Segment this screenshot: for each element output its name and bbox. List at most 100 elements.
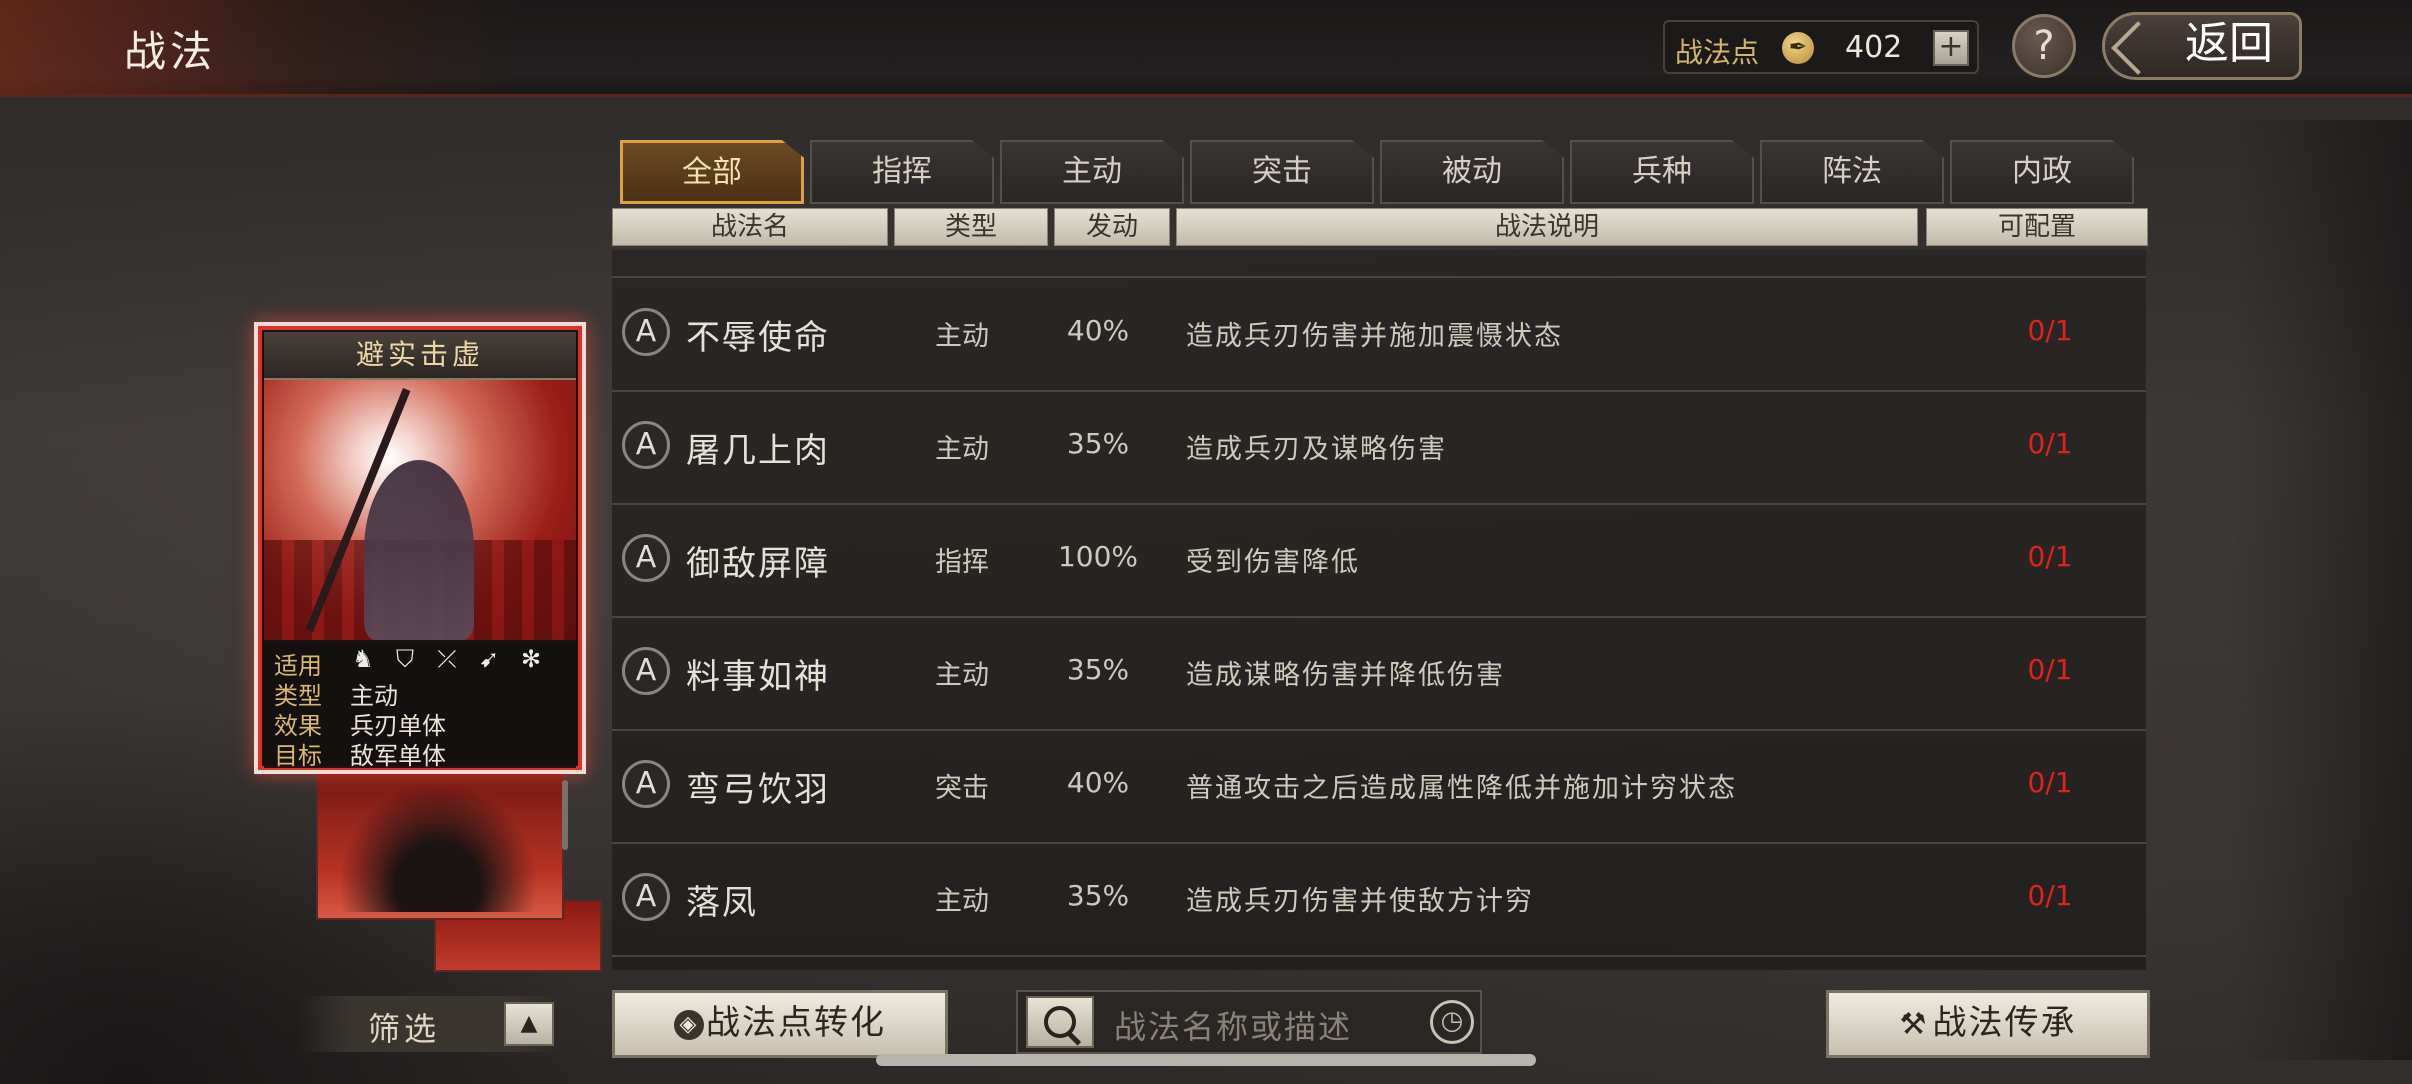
grade-badge: A bbox=[622, 534, 670, 582]
tactic-name: 料事如神 bbox=[686, 657, 830, 697]
card-stack-scrollbar[interactable] bbox=[562, 780, 568, 850]
card-effect-row: 效果 兵刃单体 bbox=[274, 706, 446, 740]
tab-active[interactable]: 主动 bbox=[1000, 140, 1184, 204]
filter-button[interactable]: 筛选 bbox=[368, 1004, 440, 1050]
tab-passive[interactable]: 被动 bbox=[1380, 140, 1564, 204]
search-icon[interactable] bbox=[1026, 996, 1094, 1048]
shield-icon: ⛉ bbox=[396, 645, 414, 673]
background-right-shade bbox=[2232, 120, 2412, 1060]
flame-icon: ◈ bbox=[674, 1010, 704, 1040]
tactic-name: 落凤 bbox=[686, 883, 758, 923]
top-bar: 战法 战法点 ✒ 402 + ? 返回 bbox=[0, 0, 2412, 97]
tactic-config: 0/1 bbox=[2027, 314, 2073, 347]
tactic-desc: 造成兵刃及谋略伤害 bbox=[1186, 434, 1447, 465]
points-coin-icon: ✒ bbox=[1782, 32, 1814, 64]
grade-badge: A bbox=[622, 421, 670, 469]
tactic-list[interactable]: A 不辱使命 主动 40% 造成兵刃伤害并施加震慑状态 0/1 A 屠几上肉 主… bbox=[612, 250, 2146, 970]
tactic-type: 主动 bbox=[935, 321, 989, 352]
tactic-type: 主动 bbox=[935, 434, 989, 465]
bow-icon: ⤫ bbox=[437, 645, 457, 673]
tactic-desc: 普通攻击之后造成属性降低并施加计穷状态 bbox=[1186, 773, 1737, 804]
card-art-figures bbox=[338, 782, 538, 912]
card-art-warrior bbox=[364, 460, 474, 640]
filter-toggle-button[interactable]: ▲ bbox=[504, 1002, 554, 1046]
tactic-desc: 造成兵刃伤害并使敌方计穷 bbox=[1186, 886, 1534, 917]
tactic-config: 0/1 bbox=[2027, 766, 2073, 799]
tactic-config: 0/1 bbox=[2027, 427, 2073, 460]
tactic-type: 突击 bbox=[935, 773, 989, 804]
tactic-card[interactable]: 避实击虚 适用 ♞ ⛉ ⤫ ➹ ✻ 类型 主动 效果 兵刃单体 目标 敌军单体 bbox=[254, 322, 586, 774]
tactic-desc: 造成兵刃伤害并施加震慑状态 bbox=[1186, 321, 1563, 352]
cavalry-icon: ♞ bbox=[352, 645, 374, 673]
tactic-type: 主动 bbox=[935, 660, 989, 691]
tactic-row[interactable]: A 落凤 主动 35% 造成兵刃伤害并使敌方计穷 0/1 bbox=[612, 843, 2146, 957]
tactic-row[interactable]: A 不辱使命 主动 40% 造成兵刃伤害并施加震慑状态 0/1 bbox=[612, 278, 2146, 392]
tactic-desc: 受到伤害降低 bbox=[1186, 547, 1360, 578]
tab-command[interactable]: 指挥 bbox=[810, 140, 994, 204]
tab-troop[interactable]: 兵种 bbox=[1570, 140, 1754, 204]
card-apply-row: 适用 ♞ ⛉ ⤫ ➹ ✻ bbox=[274, 646, 541, 680]
spear-icon: ➹ bbox=[478, 645, 500, 673]
hammer-icon: ⚒ bbox=[1899, 1007, 1929, 1042]
tactic-config: 0/1 bbox=[2027, 879, 2073, 912]
troop-icons: ♞ ⛉ ⤫ ➹ ✻ bbox=[350, 646, 544, 672]
tactic-name: 屠几上肉 bbox=[686, 431, 830, 471]
tactic-config: 0/1 bbox=[2027, 653, 2073, 686]
grade-badge: A bbox=[622, 308, 670, 356]
tactic-row[interactable]: A 料事如神 主动 35% 造成谋略伤害并降低伤害 0/1 bbox=[612, 617, 2146, 731]
card-title: 避实击虚 bbox=[264, 332, 576, 380]
tactic-rate: 40% bbox=[1066, 314, 1130, 347]
add-points-button[interactable]: + bbox=[1933, 30, 1969, 66]
wheel-icon: ✻ bbox=[520, 645, 542, 673]
tactic-type: 指挥 bbox=[935, 547, 989, 578]
card-target-label: 目标 bbox=[274, 742, 322, 770]
convert-points-button[interactable]: ◈ 战法点转化 bbox=[612, 990, 948, 1058]
card-stack-middle bbox=[316, 760, 564, 920]
filter-control: 筛选 ▲ bbox=[298, 996, 564, 1052]
column-header-desc: 战法说明 bbox=[1176, 208, 1918, 246]
title-glow bbox=[0, 0, 520, 94]
tab-all[interactable]: 全部 bbox=[620, 140, 804, 204]
tactic-type: 主动 bbox=[935, 886, 989, 917]
tactic-config: 0/1 bbox=[2027, 540, 2073, 573]
tactic-points-box: 战法点 ✒ 402 + bbox=[1663, 20, 1979, 74]
column-header-rate[interactable]: 发动 bbox=[1054, 208, 1170, 246]
column-header-config[interactable]: 可配置 bbox=[1926, 208, 2148, 246]
grade-badge: A bbox=[622, 873, 670, 921]
tactic-row[interactable]: A 屠几上肉 主动 35% 造成兵刃及谋略伤害 0/1 bbox=[612, 391, 2146, 505]
grade-badge: A bbox=[622, 760, 670, 808]
tactic-rate: 40% bbox=[1066, 766, 1130, 799]
tactic-row[interactable]: A 弯弓饮羽 突击 40% 普通攻击之后造成属性降低并施加计穷状态 0/1 bbox=[612, 730, 2146, 844]
tactic-row[interactable]: A 御敌屏障 指挥 100% 受到伤害降低 0/1 bbox=[612, 504, 2146, 618]
search-field[interactable]: 战法名称或描述 ◷ bbox=[1016, 990, 1482, 1054]
tactic-name: 弯弓饮羽 bbox=[686, 770, 830, 810]
tactic-desc: 造成谋略伤害并降低伤害 bbox=[1186, 660, 1505, 691]
tactic-rate: 35% bbox=[1066, 653, 1130, 686]
help-button[interactable]: ? bbox=[2012, 14, 2076, 78]
tactic-name: 不辱使命 bbox=[686, 318, 830, 358]
tab-formation[interactable]: 阵法 bbox=[1760, 140, 1944, 204]
page-title: 战法 bbox=[124, 27, 217, 76]
card-target-value: 敌军单体 bbox=[350, 742, 446, 770]
convert-points-label: 战法点转化 bbox=[706, 1003, 886, 1043]
card-info: 适用 ♞ ⛉ ⤫ ➹ ✻ 类型 主动 效果 兵刃单体 目标 敌军单体 bbox=[264, 642, 576, 770]
column-header-name[interactable]: 战法名 bbox=[612, 208, 888, 246]
tab-internal[interactable]: 内政 bbox=[1950, 140, 2134, 204]
card-target-row: 目标 敌军单体 bbox=[274, 736, 446, 770]
tactic-rate: 35% bbox=[1066, 427, 1130, 460]
tab-assault[interactable]: 突击 bbox=[1190, 140, 1374, 204]
inherit-tactic-button[interactable]: ⚒ 战法传承 bbox=[1826, 990, 2150, 1058]
tactic-rate: 100% bbox=[1057, 540, 1139, 573]
search-placeholder: 战法名称或描述 bbox=[1114, 1008, 1353, 1046]
card-artwork bbox=[264, 380, 576, 640]
back-button[interactable]: 返回 bbox=[2102, 12, 2302, 80]
tactic-rate: 35% bbox=[1066, 879, 1130, 912]
column-header-type[interactable]: 类型 bbox=[894, 208, 1048, 246]
clock-icon[interactable]: ◷ bbox=[1430, 1000, 1474, 1044]
points-value: 402 bbox=[1845, 30, 1903, 65]
tactic-name: 御敌屏障 bbox=[686, 544, 830, 584]
points-label: 战法点 bbox=[1675, 36, 1760, 69]
home-indicator[interactable] bbox=[876, 1054, 1536, 1066]
inherit-tactic-label: 战法传承 bbox=[1932, 1003, 2077, 1043]
card-type-row: 类型 主动 bbox=[274, 676, 398, 710]
